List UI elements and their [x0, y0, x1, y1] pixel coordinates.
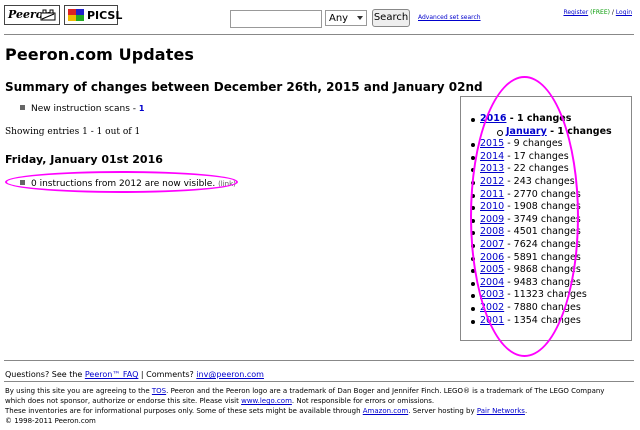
search-type-value: Any — [329, 13, 349, 24]
amazon-link[interactable]: Amazon.com — [363, 407, 408, 415]
mosaic-icon — [68, 9, 84, 21]
footer-legal-line3: These inventories are for informational … — [5, 407, 527, 415]
brick-icon — [40, 9, 56, 21]
peeron-logo[interactable]: Peeron — [4, 5, 60, 25]
search-button[interactable]: Search — [372, 9, 410, 27]
footer-q-mid: | Comments? — [138, 370, 197, 379]
summary-item: New instruction scans - 1 — [20, 104, 144, 114]
footer-text: . — [524, 407, 528, 415]
advanced-set-search-link[interactable]: Advanced set search — [418, 14, 481, 21]
pair-networks-link[interactable]: Pair Networks — [477, 407, 525, 415]
summary-title: Summary of changes between December 26th… — [5, 80, 483, 94]
copyright: © 1998-2011 Peeron.com — [5, 417, 96, 425]
footer-text: These inventories are for informational … — [5, 407, 363, 415]
login-link[interactable]: Login — [616, 9, 632, 16]
footer-q-prefix: Questions? See the — [5, 370, 85, 379]
summary-item-count: 1 — [138, 104, 145, 113]
tos-link[interactable]: TOS — [152, 387, 166, 395]
footer-legal-line2: which does not sponsor, authorize or end… — [5, 397, 434, 405]
free-label: (FREE) — [590, 9, 610, 16]
faq-link[interactable]: Peeron™ FAQ — [85, 370, 139, 379]
picsl-logo[interactable]: PICSL — [64, 5, 122, 25]
footer-questions: Questions? See the Peeron™ FAQ | Comment… — [5, 370, 264, 379]
highlight-ellipse — [470, 76, 579, 357]
page-title: Peeron.com Updates — [5, 45, 195, 64]
footer-divider — [4, 360, 634, 361]
footer-divider — [4, 381, 634, 382]
day-title: Friday, January 01st 2016 — [5, 153, 163, 166]
summary-item-label: New instruction scans - — [31, 104, 139, 114]
email-link[interactable]: inv@peeron.com — [196, 370, 264, 379]
header-divider — [4, 34, 634, 35]
footer-text: which does not sponsor, authorize or end… — [5, 397, 242, 405]
footer-text: . Server hosting by — [408, 407, 477, 415]
lego-link[interactable]: www.lego.com — [241, 397, 292, 405]
register-link[interactable]: Register — [563, 9, 588, 16]
search-type-select[interactable]: Any — [325, 10, 367, 26]
account-links: Register (FREE) / Login — [563, 9, 632, 16]
footer-text: . Peeron and the Peeron logo are a trade… — [166, 387, 605, 395]
footer-legal-line1: By using this site you are agreeing to t… — [5, 387, 604, 395]
showing-entries: Showing entries 1 - 1 out of 1 — [5, 127, 141, 137]
picsl-logo-text: PICSL — [87, 9, 123, 22]
search-input[interactable] — [230, 10, 322, 28]
bullet-icon — [20, 105, 25, 110]
highlight-ellipse — [5, 171, 238, 193]
footer-text: . Not responsible for errors or omission… — [291, 397, 435, 405]
chevron-down-icon — [357, 16, 363, 20]
footer-text: By using this site you are agreeing to t… — [5, 387, 152, 395]
